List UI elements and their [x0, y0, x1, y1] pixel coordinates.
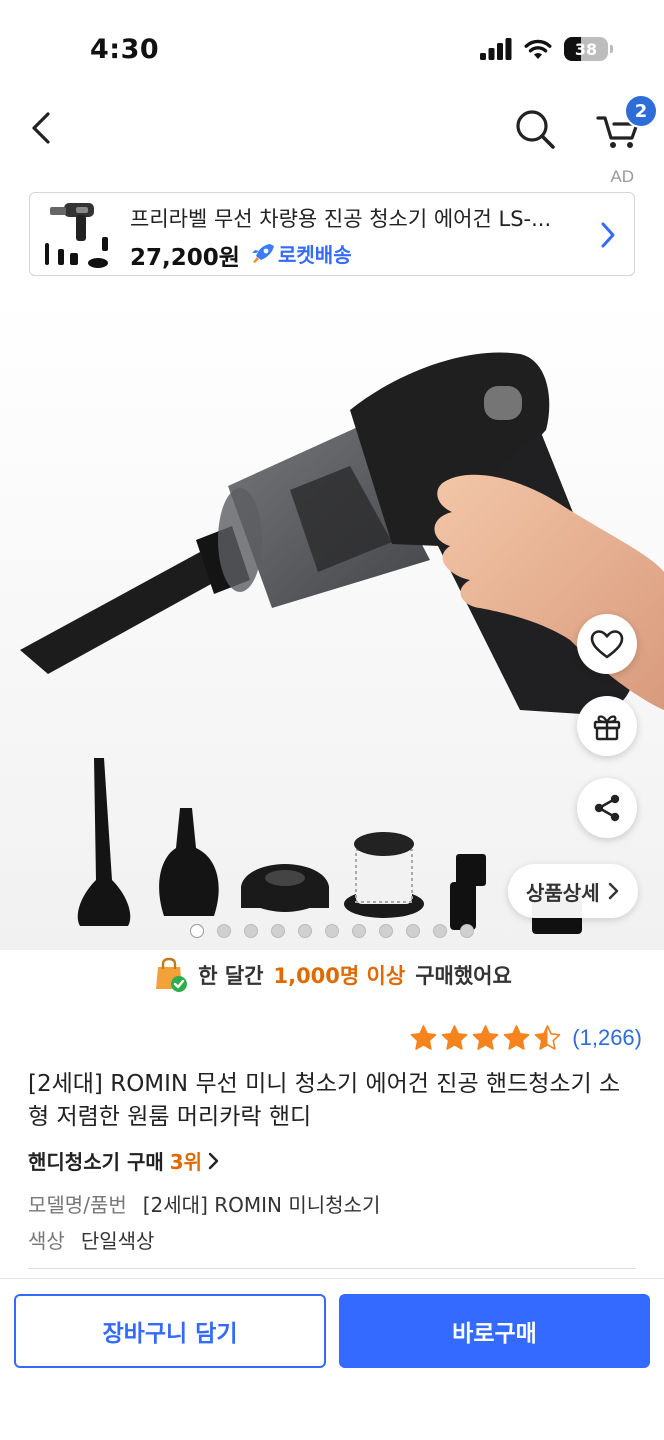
- gallery-dot[interactable]: [244, 924, 258, 938]
- ad-label: AD: [610, 167, 634, 186]
- star-icon: [441, 1025, 468, 1050]
- product-photo: [0, 290, 664, 950]
- battery-level: 38: [574, 39, 598, 59]
- share-icon: [594, 794, 620, 822]
- gallery-dot[interactable]: [352, 924, 366, 938]
- star-icon: [472, 1025, 499, 1050]
- share-button[interactable]: [577, 778, 637, 838]
- ad-product-thumbnail: [45, 203, 108, 268]
- add-to-cart-button[interactable]: 장바구니 담기: [14, 1294, 326, 1368]
- cellular-signal-icon: [480, 38, 512, 60]
- ranking-prefix: 핸디청소기 구매: [28, 1150, 164, 1174]
- star-icon: [410, 1025, 437, 1050]
- battery-indicator: 38: [564, 37, 613, 61]
- back-button[interactable]: [20, 106, 64, 150]
- chevron-right-icon: [208, 1152, 219, 1169]
- gallery-dot[interactable]: [379, 924, 393, 938]
- wishlist-button[interactable]: [577, 614, 637, 674]
- chevron-right-icon: [608, 882, 618, 900]
- gallery-dot[interactable]: [406, 924, 420, 938]
- ranking-value: 3위: [169, 1150, 203, 1174]
- spec-row-color: 색상 단일색상: [28, 1225, 154, 1254]
- ad-banner[interactable]: 프리라벨 무선 차량용 진공 청소기 에어건 LS-... 27,200원 로켓…: [29, 192, 635, 276]
- spec-key: 색상: [28, 1229, 65, 1253]
- ad-title: 프리라벨 무선 차량용 진공 청소기 에어건 LS-...: [130, 207, 552, 231]
- purchase-note-highlight: 1,000명 이상: [273, 964, 406, 988]
- gallery-dot[interactable]: [325, 924, 339, 938]
- shopping-bag-check-icon: [156, 957, 188, 992]
- gallery-dot[interactable]: [271, 924, 285, 938]
- nav-bar: [0, 92, 664, 168]
- purchase-note-suffix: 구매했어요: [415, 964, 512, 988]
- footer-separator: [0, 1278, 664, 1279]
- gift-button[interactable]: [577, 696, 637, 756]
- gallery-dot[interactable]: [217, 924, 231, 938]
- rating-stars: [409, 1024, 562, 1052]
- product-image-gallery[interactable]: [0, 290, 664, 950]
- chevron-left-icon: [32, 112, 50, 144]
- product-detail-button[interactable]: 상품상세: [508, 864, 638, 918]
- gallery-dot[interactable]: [460, 924, 474, 938]
- rocket-delivery-label: 로켓배송: [278, 243, 352, 267]
- battery-cap: [610, 45, 613, 53]
- search-icon: [516, 110, 555, 149]
- wifi-icon: [524, 39, 552, 59]
- product-rating[interactable]: (1,266): [409, 1024, 642, 1052]
- buy-now-button[interactable]: 바로구매: [339, 1294, 650, 1368]
- status-time: 4:30: [90, 34, 160, 65]
- divider: [28, 1268, 636, 1269]
- search-button[interactable]: [510, 104, 562, 156]
- purchase-note-prefix: 한 달간: [198, 964, 264, 988]
- chevron-right-icon: [601, 222, 615, 248]
- rocket-delivery-badge: 로켓배송: [250, 239, 352, 268]
- gallery-pagination: [190, 924, 474, 938]
- gallery-dot[interactable]: [298, 924, 312, 938]
- category-ranking-link[interactable]: 핸디청소기 구매 3위: [28, 1146, 220, 1175]
- heart-icon: [590, 630, 624, 659]
- spec-value: 단일색상: [80, 1229, 155, 1253]
- spec-row-model: 모델명/품번 [2세대] ROMIN 미니청소기: [28, 1189, 380, 1218]
- gallery-dot[interactable]: [433, 924, 447, 938]
- gallery-dot[interactable]: [190, 924, 204, 938]
- product-detail-label: 상품상세: [526, 880, 600, 905]
- status-icons: 38: [480, 37, 613, 61]
- purchase-count-note: 한 달간 1,000명 이상 구매했어요: [0, 955, 664, 995]
- spec-value: [2세대] ROMIN 미니청소기: [142, 1193, 381, 1217]
- cart-count-badge: 2: [624, 94, 658, 128]
- review-count: (1,266): [572, 1025, 642, 1050]
- product-title: [2세대] ROMIN 무선 미니 청소기 에어건 진공 핸드청소기 소형 저렴…: [28, 1071, 621, 1130]
- gift-icon: [593, 715, 621, 741]
- status-bar: 4:30 38: [0, 0, 664, 90]
- star-icon: [534, 1025, 561, 1050]
- rocket-icon: [252, 243, 274, 263]
- spec-key: 모델명/품번: [28, 1193, 127, 1217]
- ad-price: 27,200원: [130, 245, 240, 271]
- star-icon: [503, 1025, 530, 1050]
